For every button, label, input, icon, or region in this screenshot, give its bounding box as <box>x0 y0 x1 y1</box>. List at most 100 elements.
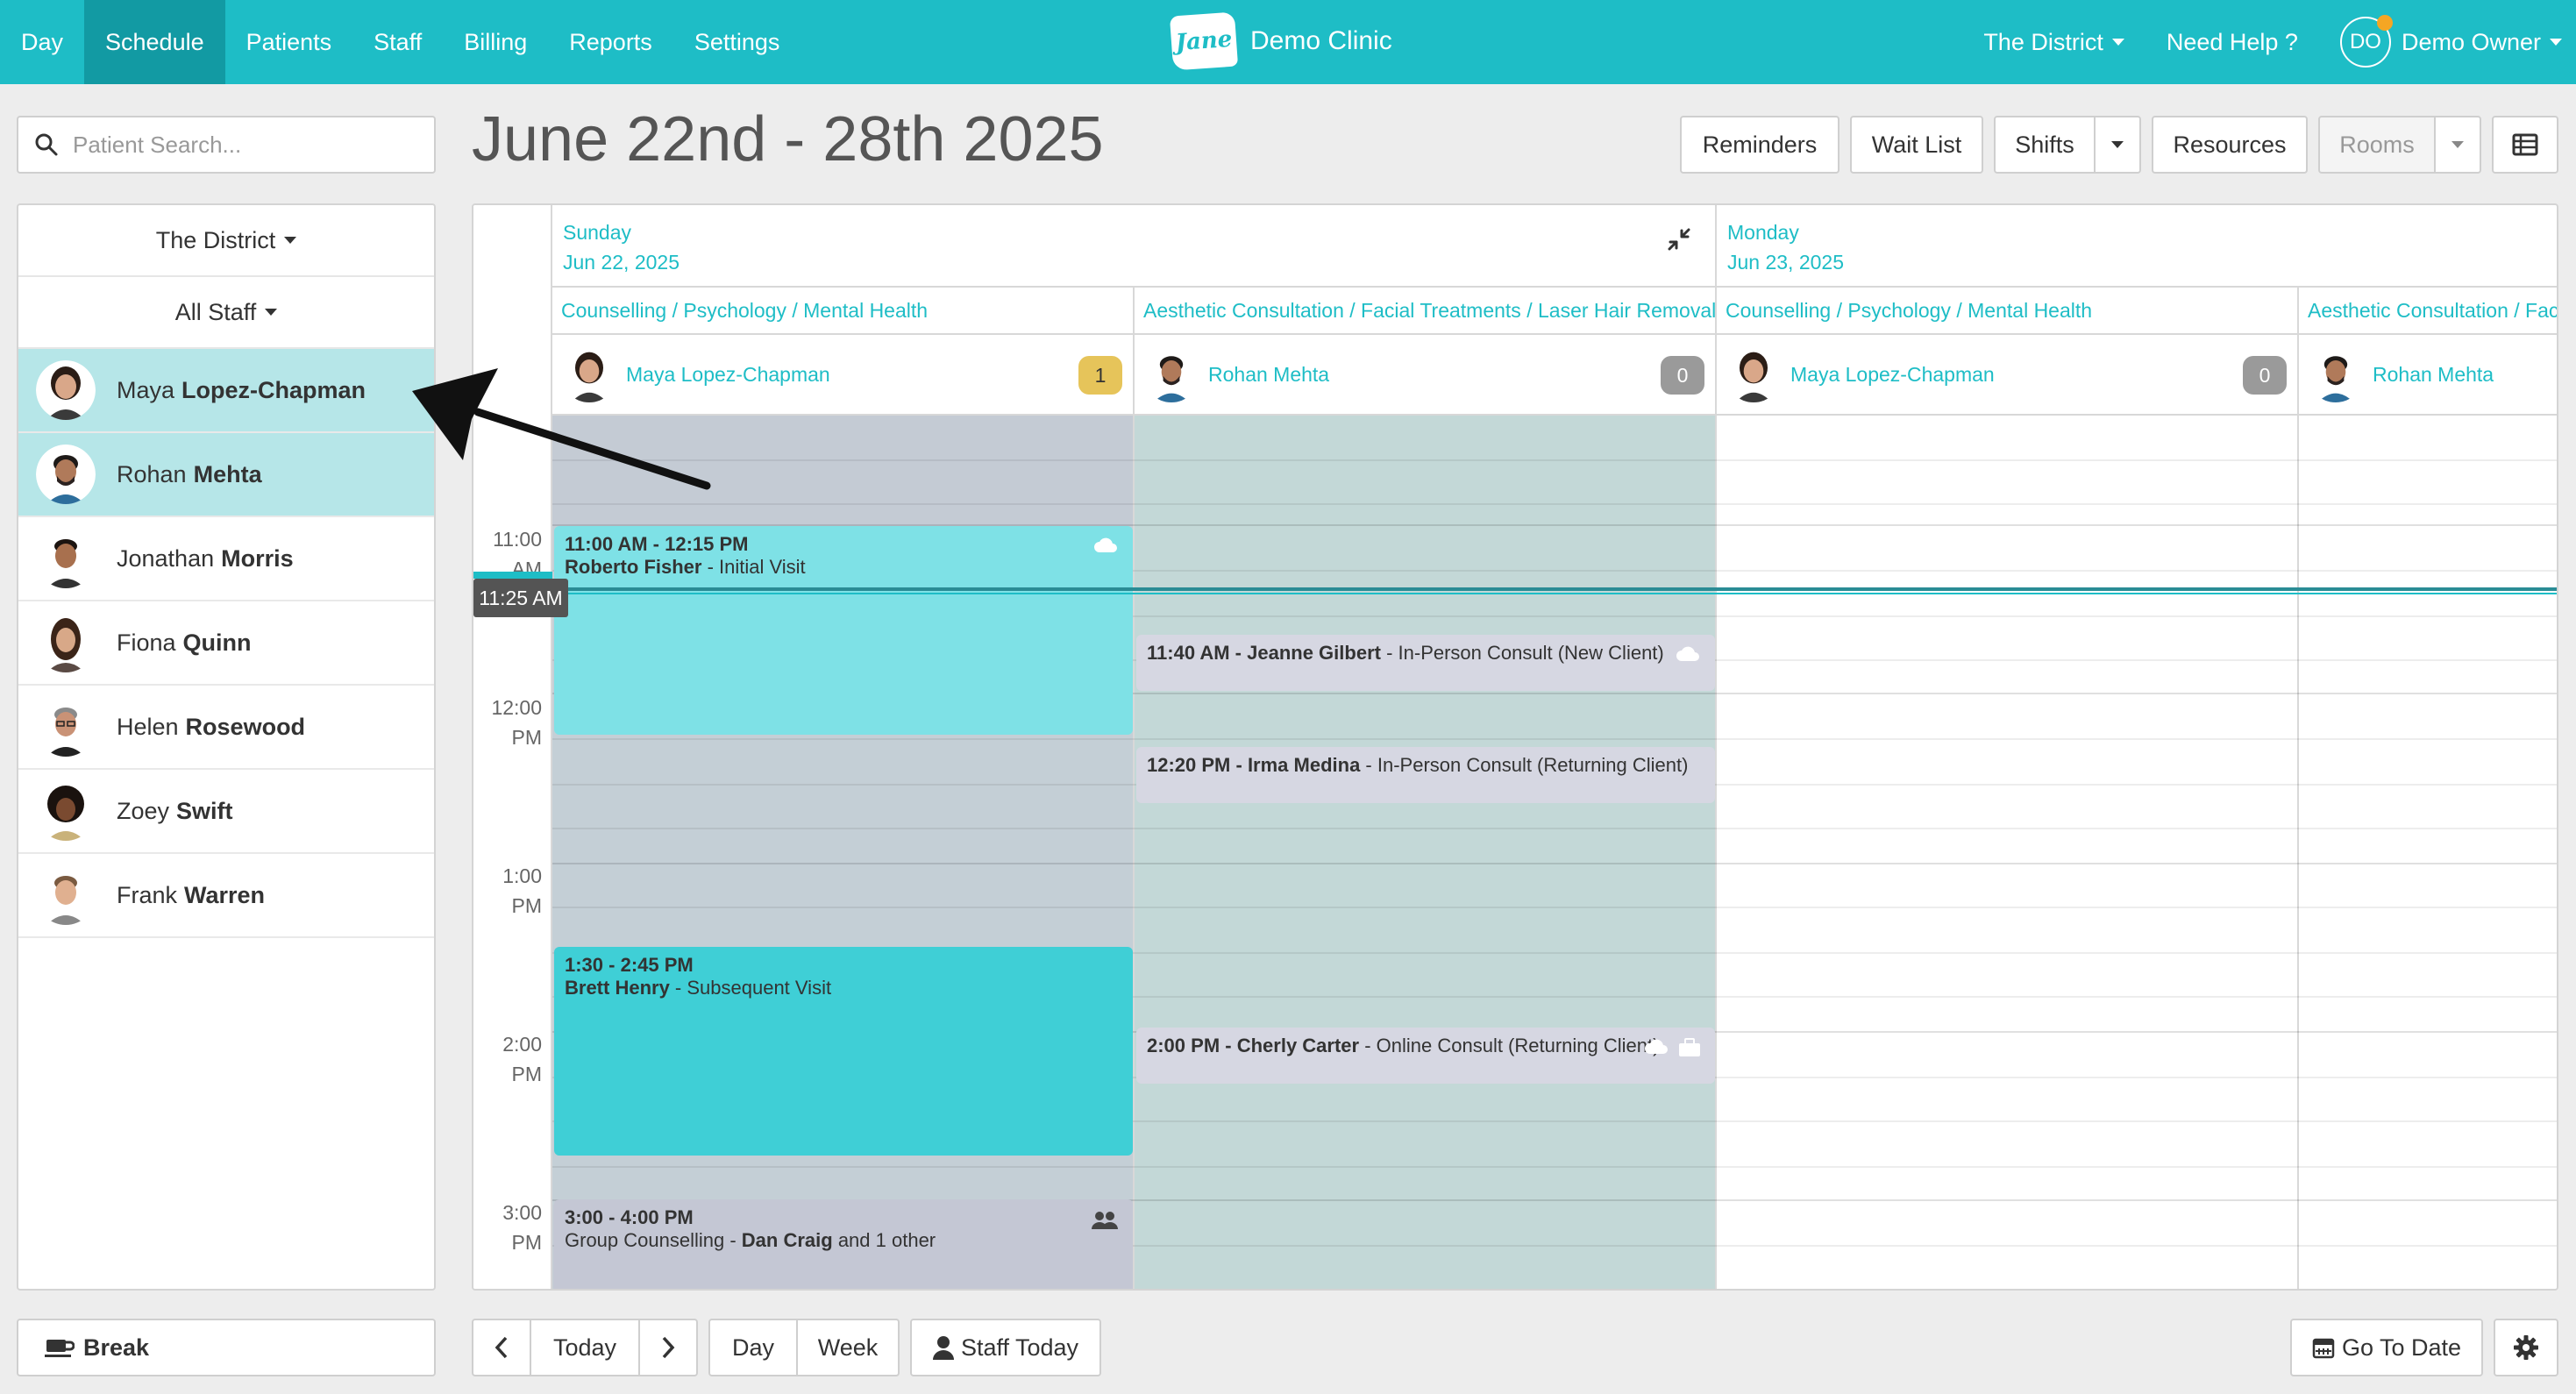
resources-button[interactable]: Resources <box>2152 116 2308 174</box>
search-icon <box>35 133 58 156</box>
nav-billing[interactable]: Billing <box>443 0 548 84</box>
staff-item-jonathan-morris[interactable]: Jonathan Morris <box>18 517 434 601</box>
jane-logo: Jane <box>1169 11 1239 71</box>
staff-item-rohan-mehta[interactable]: Rohan Mehta <box>18 433 434 517</box>
previous-week-button[interactable] <box>472 1319 531 1376</box>
provider-header-rohan[interactable]: Rohan Mehta <box>2299 335 2557 416</box>
nav-schedule[interactable]: Schedule <box>84 0 225 84</box>
clinic-name: Demo Clinic <box>1250 26 1392 55</box>
go-to-date-button[interactable]: Go To Date <box>2290 1319 2483 1376</box>
grid-line <box>552 459 2557 461</box>
cloud-icon <box>1645 1039 1668 1054</box>
nav-reports[interactable]: Reports <box>548 0 673 84</box>
time-ampm: PM <box>511 726 543 749</box>
shifts-dropdown-button[interactable] <box>2094 116 2141 174</box>
discipline-header: Aesthetic Consultation / Facial Treatmen… <box>1135 288 1717 335</box>
staff-filter-label: All Staff <box>174 298 257 325</box>
day-header-monday[interactable]: Monday Jun 23, 2025 <box>1717 205 2557 288</box>
rooms-button[interactable]: Rooms <box>2318 116 2436 174</box>
appointment-time: 11:40 AM - <box>1147 642 1248 664</box>
staff-today-button[interactable]: Staff Today <box>910 1319 1101 1376</box>
staff-first-name: Fiona <box>117 629 176 656</box>
nav-day[interactable]: Day <box>0 0 84 84</box>
staff-first-name: Frank <box>117 881 178 908</box>
appointment-cherly-carter[interactable]: 2:00 PM - Cherly Carter - Online Consult… <box>1136 1028 1715 1084</box>
appointment-brett-henry[interactable]: 1:30 - 2:45 PM Brett Henry - Subsequent … <box>554 947 1133 1156</box>
main-menu: Day Schedule Patients Staff Billing Repo… <box>0 0 801 84</box>
patient-search-input[interactable] <box>73 131 423 159</box>
top-navigation-bar: Day Schedule Patients Staff Billing Repo… <box>0 0 2576 84</box>
calendar-icon <box>2312 1338 2335 1359</box>
staff-item-fiona-quinn[interactable]: Fiona Quinn <box>18 601 434 686</box>
chevron-down-icon <box>284 237 297 244</box>
clinic-brand[interactable]: Jane Demo Clinic <box>1169 11 1392 71</box>
break-label: Break <box>83 1334 150 1361</box>
staff-last-name: Mehta <box>193 460 262 487</box>
calendar-column-maya-monday[interactable] <box>1717 416 2299 1289</box>
patient-search[interactable] <box>17 116 436 174</box>
location-dropdown[interactable]: The District <box>1983 29 2124 56</box>
time-label: 2:00 PM <box>502 1029 542 1089</box>
week-view-button[interactable]: Week <box>796 1319 900 1376</box>
provider-header-maya[interactable]: Maya Lopez-Chapman 1 <box>552 335 1135 416</box>
discipline-header: Aesthetic Consultation / Facial Treatmen… <box>2299 288 2557 335</box>
current-time-line <box>552 593 2557 594</box>
avatar <box>36 613 96 672</box>
day-header-sunday[interactable]: Sunday Jun 22, 2025 <box>552 205 1717 288</box>
appointment-jeanne-gilbert[interactable]: 11:40 AM - Jeanne Gilbert - In-Person Co… <box>1136 635 1715 691</box>
nav-staff[interactable]: Staff <box>352 0 443 84</box>
collapse-icon[interactable] <box>1664 224 1694 254</box>
day-view-button[interactable]: Day <box>708 1319 798 1376</box>
briefcase-icon <box>1679 1038 1700 1056</box>
today-button[interactable]: Today <box>530 1319 640 1376</box>
help-link[interactable]: Need Help ? <box>2167 29 2298 56</box>
appointment-roberto-fisher[interactable]: 11:00 AM - 12:15 PM Roberto Fisher - Ini… <box>554 526 1133 735</box>
day-date: Jun 23, 2025 <box>1727 251 1845 274</box>
time-ampm: PM <box>511 1063 543 1085</box>
calendar-column-rohan-sunday[interactable] <box>1135 416 1717 1289</box>
staff-filter[interactable]: All Staff <box>18 277 434 349</box>
provider-name: Rohan Mehta <box>2373 362 2494 386</box>
notification-dot <box>2376 15 2393 31</box>
staff-item-maya-lopez-chapman[interactable]: Maya Lopez-Chapman <box>18 349 434 433</box>
appointment-group-counselling[interactable]: 3:00 - 4:00 PM Group Counselling - Dan C… <box>554 1199 1133 1289</box>
next-week-button[interactable] <box>638 1319 698 1376</box>
avatar <box>561 346 617 402</box>
user-avatar: DO <box>2339 15 2393 68</box>
nav-patients[interactable]: Patients <box>225 0 353 84</box>
coffee-icon <box>45 1340 75 1357</box>
current-time-badge: 11:25 AM <box>473 579 568 617</box>
reminders-button[interactable]: Reminders <box>1680 116 1839 174</box>
break-button[interactable]: Break <box>17 1319 436 1376</box>
location-filter[interactable]: The District <box>18 205 434 277</box>
user-menu[interactable]: DO Demo Owner <box>2339 15 2562 68</box>
schedule-calendar: Sunday Jun 22, 2025 Monday Jun 23, 2025 … <box>472 203 2558 1291</box>
shifts-button[interactable]: Shifts <box>1994 116 2096 174</box>
grid-line <box>552 738 2557 740</box>
grid-line <box>552 1166 2557 1168</box>
time-gutter: 11:00 AM 12:00 PM 1:00 PM 2:00 PM 3:00 PM <box>473 205 552 1289</box>
provider-header-maya[interactable]: Maya Lopez-Chapman 0 <box>1717 335 2299 416</box>
settings-button[interactable] <box>2494 1319 2558 1376</box>
time-label: 1:00 PM <box>502 861 542 921</box>
chevron-down-icon <box>2451 141 2464 148</box>
calendar-column-rohan-monday[interactable] <box>2299 416 2557 1289</box>
provider-header-rohan[interactable]: Rohan Mehta 0 <box>1135 335 1717 416</box>
nav-settings[interactable]: Settings <box>673 0 801 84</box>
wait-list-button[interactable]: Wait List <box>1850 116 1983 174</box>
staff-item-frank-warren[interactable]: Frank Warren <box>18 854 434 938</box>
staff-panel: The District All Staff Maya Lopez-Chapman… <box>17 203 436 1291</box>
rooms-dropdown-button[interactable] <box>2434 116 2481 174</box>
staff-item-helen-rosewood[interactable]: Helen Rosewood <box>18 686 434 770</box>
chevron-down-icon <box>265 309 278 316</box>
appointment-time: 12:20 PM - <box>1147 754 1248 776</box>
avatar <box>36 360 96 420</box>
staff-item-zoey-swift[interactable]: Zoey Swift <box>18 770 434 854</box>
time-label: 12:00 PM <box>491 693 542 752</box>
discipline-header: Counselling / Psychology / Mental Health <box>1717 288 2299 335</box>
appointment-irma-medina[interactable]: 12:20 PM - Irma Medina - In-Person Consu… <box>1136 747 1715 803</box>
time-hour: 3:00 <box>502 1201 542 1224</box>
appointment-time: 11:00 AM - 12:15 PM <box>565 533 749 555</box>
list-view-button[interactable] <box>2492 116 2558 174</box>
chevron-left-icon <box>495 1336 508 1359</box>
